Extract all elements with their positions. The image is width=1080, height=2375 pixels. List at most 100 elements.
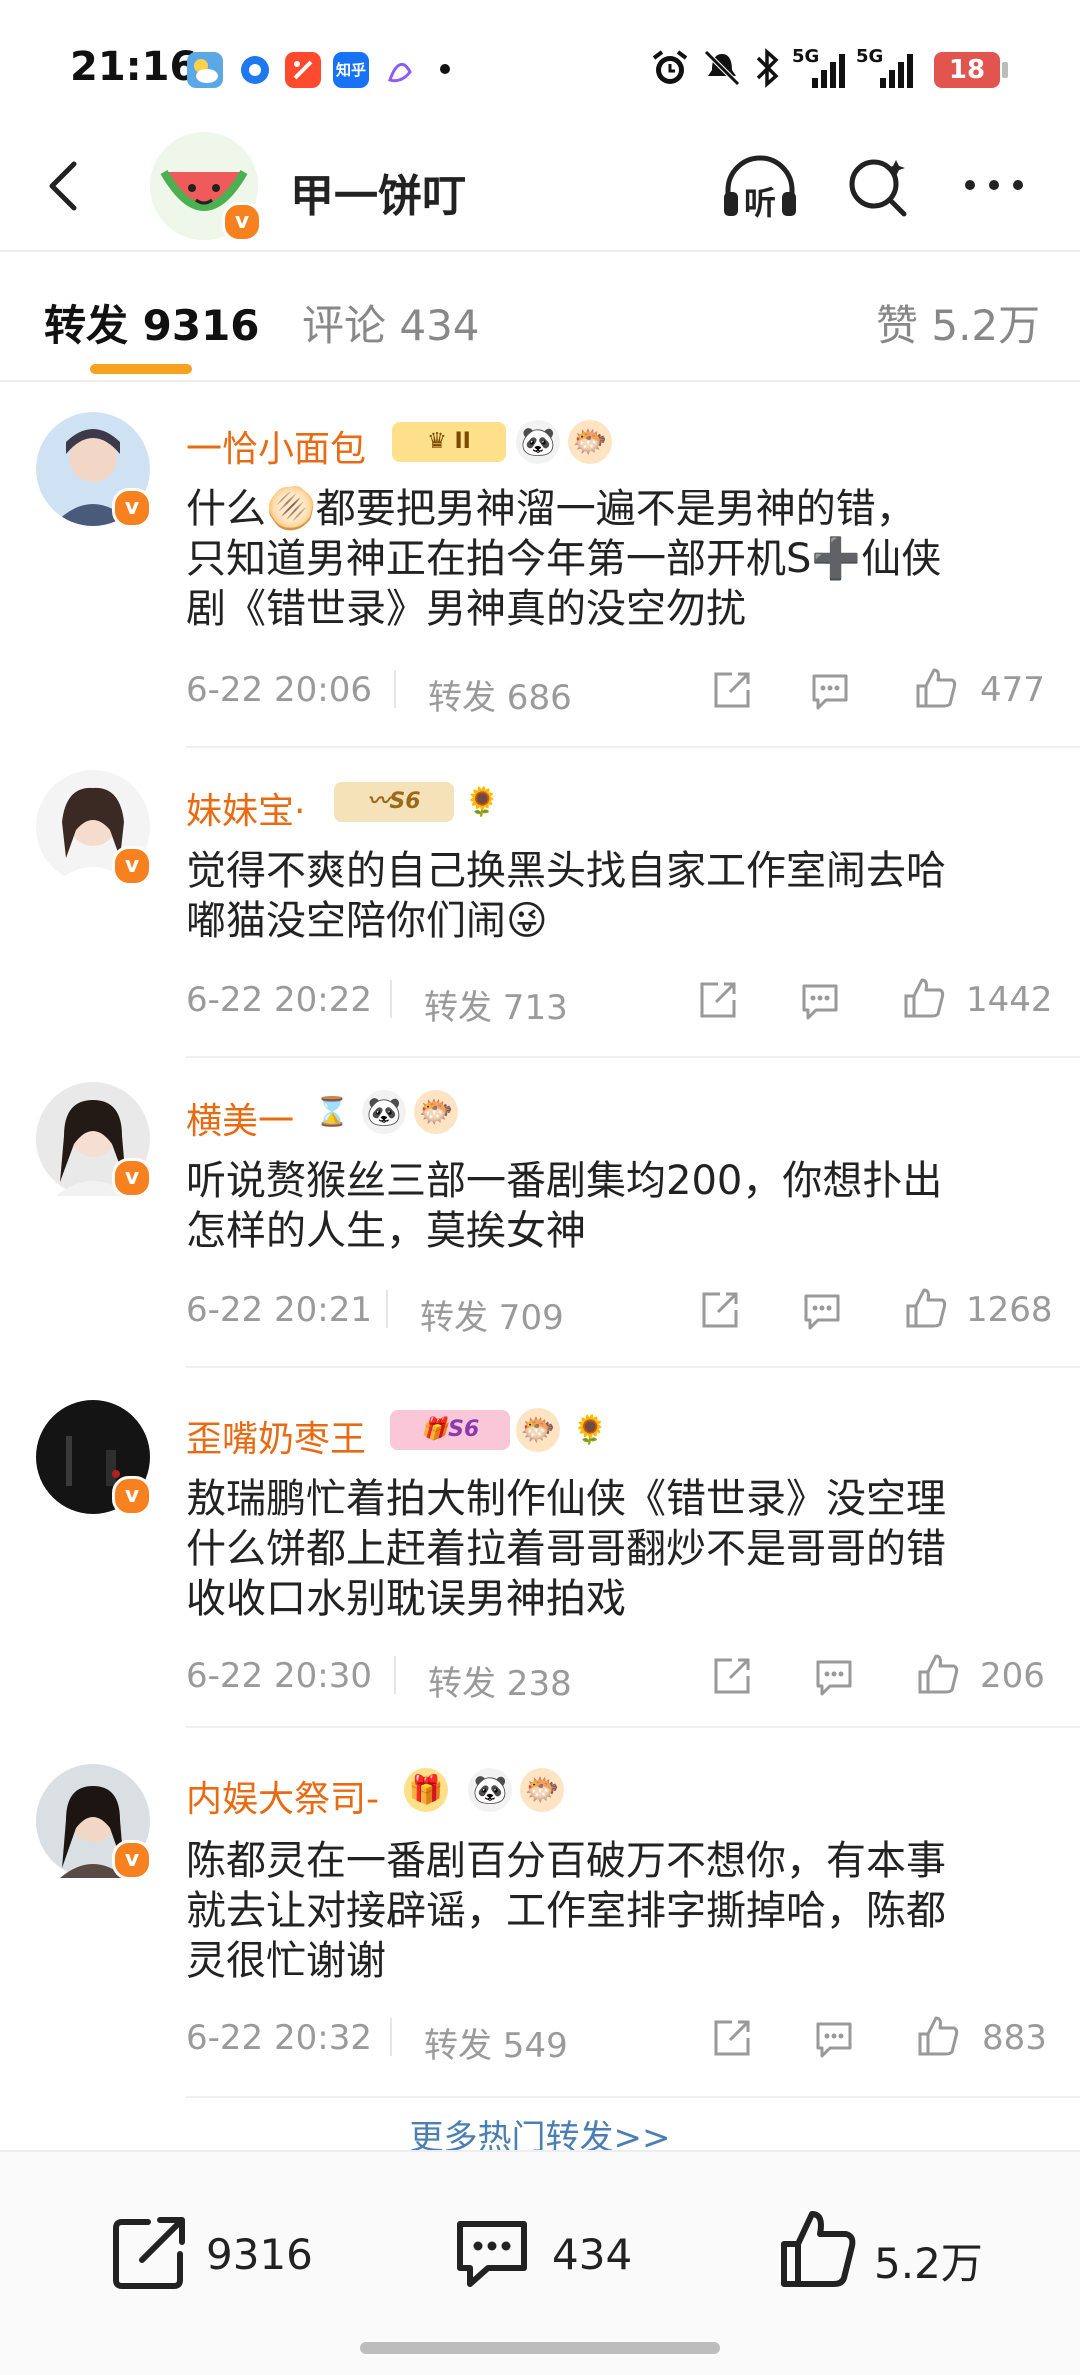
s6-wings-badge-icon: 〰S6 (334, 782, 454, 822)
verified-badge-icon: v (112, 488, 152, 528)
share-icon[interactable] (710, 668, 754, 712)
tab-likes[interactable]: 赞 5.2万 (876, 292, 1040, 353)
username[interactable]: 妹妹宝· (186, 782, 305, 834)
like-icon[interactable] (904, 1286, 948, 1330)
fish-badge-icon: 🐡 (520, 1768, 564, 1812)
account-name[interactable]: 甲一饼叮 (290, 160, 466, 224)
meta-separator (394, 1656, 396, 1694)
gift-box-badge-icon: 🎁 (404, 1768, 448, 1812)
comment-icon[interactable] (812, 2016, 856, 2060)
comment-icon[interactable] (800, 1288, 844, 1332)
tab-comments[interactable]: 评论 434 (302, 292, 480, 353)
comment-line: 剧《错世录》男神真的没空勿扰 (186, 586, 746, 632)
comment-line: 怎样的人生，莫挨女神 (186, 1208, 586, 1254)
music-icon (382, 52, 418, 88)
search-icon[interactable] (844, 152, 914, 222)
bluetooth-icon (752, 46, 782, 90)
status-time: 21:16 (70, 44, 198, 90)
share-icon[interactable] (698, 1288, 742, 1332)
comment-text: 陈都灵在一番剧百分百破万不想你，有本事 就去让对接辟谣，工作室排字撕掉哈，陈都 … (186, 1836, 1046, 1986)
comment-line: 什么🫓都要把男神溜一遍不是男神的错， (186, 486, 916, 532)
repost-item: v 妹妹宝· 〰S6 🌻 觉得不爽的自己换黑头找自家工作室闹去哈 嘟猫没空陪你们… (0, 760, 1080, 1060)
level-label: II (454, 429, 471, 454)
username[interactable]: 横美一 (186, 1092, 294, 1144)
more-notifications-dot (440, 64, 450, 74)
signal-5g-icon: 5G (792, 46, 848, 90)
fish-badge-icon: 🐡 (568, 420, 612, 464)
alarm-icon (650, 48, 690, 88)
comment-total[interactable]: 434 (552, 2230, 632, 2279)
comment-line: 觉得不爽的自己换黑头找自家工作室闹去哈 (186, 848, 946, 894)
like-icon[interactable] (916, 2014, 960, 2058)
comment-text: 听说赘猴丝三部一番剧集均200，你想扑出 怎样的人生，莫挨女神 (186, 1156, 1046, 1256)
comment-line: 灵很忙谢谢 (186, 1938, 386, 1984)
repost-count[interactable]: 转发 709 (420, 1290, 564, 1339)
zhihu-icon: 知乎 (333, 52, 369, 88)
repost-item: v 横美一 ⌛ 🐼 🐡 听说赘猴丝三部一番剧集均200，你想扑出 怎样的人生，莫… (0, 1070, 1080, 1370)
divider (186, 1366, 1080, 1368)
meta-separator (394, 670, 396, 708)
timestamp: 6-22 20:32 (186, 2018, 372, 2058)
like-icon[interactable] (916, 1652, 960, 1696)
repost-total[interactable]: 9316 (206, 2230, 313, 2279)
repost-icon[interactable] (110, 2212, 190, 2292)
share-icon[interactable] (696, 978, 740, 1022)
sunflower-badge-icon: 🌻 (464, 785, 500, 818)
verified-badge-icon: v (112, 846, 152, 886)
timestamp: 6-22 20:22 (186, 980, 372, 1020)
s6-gift-badge-icon: 🎁S6 (390, 1410, 510, 1450)
username[interactable]: 歪嘴奶枣王 (186, 1410, 366, 1462)
fish-badge-icon: 🐡 (414, 1090, 458, 1134)
comment-icon[interactable] (812, 1654, 856, 1698)
back-icon[interactable] (36, 156, 96, 216)
video-icon (285, 52, 321, 88)
comment-line: 听说赘猴丝三部一番剧集均200，你想扑出 (186, 1158, 943, 1204)
crown-level-badge-icon: ♛ II (392, 422, 506, 462)
repost-count[interactable]: 转发 713 (424, 980, 568, 1029)
like-icon[interactable] (778, 2208, 858, 2292)
home-indicator[interactable] (360, 2342, 720, 2354)
timestamp: 6-22 20:30 (186, 1656, 372, 1696)
more-icon[interactable] (960, 170, 1030, 200)
avatar[interactable]: v (36, 1764, 152, 1880)
meta-separator (386, 1290, 388, 1328)
avatar[interactable]: v (36, 1400, 152, 1516)
meta-separator (390, 980, 392, 1018)
share-icon[interactable] (710, 2016, 754, 2060)
comment-icon[interactable] (798, 978, 842, 1022)
meta-separator (390, 2018, 392, 2056)
like-icon[interactable] (902, 976, 946, 1020)
share-icon[interactable] (710, 1654, 754, 1698)
comment-icon[interactable] (452, 2212, 532, 2292)
repost-count[interactable]: 转发 549 (424, 2018, 568, 2067)
repost-count[interactable]: 转发 686 (428, 670, 572, 719)
avatar[interactable]: v (36, 770, 152, 886)
username[interactable]: 内娱大祭司- (186, 1770, 379, 1822)
comment-icon[interactable] (808, 668, 852, 712)
verified-badge-icon: v (112, 1840, 152, 1880)
bottom-action-bar: 9316 434 5.2万 (0, 2150, 1080, 2375)
repost-item: v 内娱大祭司- 🎁 🐼 🐡 陈都灵在一番剧百分百破万不想你，有本事 就去让对接… (0, 1740, 1080, 2100)
listen-label: 听 (744, 184, 777, 222)
active-tab-indicator (90, 364, 192, 374)
comment-line: 敖瑞鹏忙着拍大制作仙侠《错世录》没空理 (186, 1476, 946, 1522)
repost-item: v 一恰小面包 ♛ II 🐼 🐡 什么🫓都要把男神溜一遍不是男神的错， 只知道男… (0, 400, 1080, 750)
like-icon[interactable] (914, 666, 958, 710)
divider (186, 746, 1080, 748)
like-count: 1268 (966, 1290, 1053, 1330)
like-total[interactable]: 5.2万 (874, 2230, 983, 2291)
listen-icon[interactable]: 听 (720, 150, 800, 226)
repost-count[interactable]: 转发 238 (428, 1656, 572, 1705)
avatar[interactable]: v (36, 412, 152, 528)
tab-reposts[interactable]: 转发 9316 (44, 292, 260, 353)
comment-text: 敖瑞鹏忙着拍大制作仙侠《错世录》没空理 什么饼都上赶着拉着哥哥翻炒不是哥哥的错 … (186, 1474, 1046, 1624)
username[interactable]: 一恰小面包 (186, 420, 366, 472)
status-bar: 21:16 知乎 5G 5G 18 (0, 0, 1080, 130)
divider (186, 2096, 1080, 2098)
fish-badge-icon: 🐡 (516, 1408, 560, 1452)
avatar[interactable]: v (36, 1082, 152, 1198)
panda-badge-icon: 🐼 (468, 1768, 512, 1812)
comment-line: 收收口水别耽误男神拍戏 (186, 1576, 626, 1622)
level-label: S6 (448, 1417, 480, 1442)
repost-item: v 歪嘴奶枣王 🎁S6 🐡 🌻 敖瑞鹏忙着拍大制作仙侠《错世录》没空理 什么饼都… (0, 1380, 1080, 1730)
